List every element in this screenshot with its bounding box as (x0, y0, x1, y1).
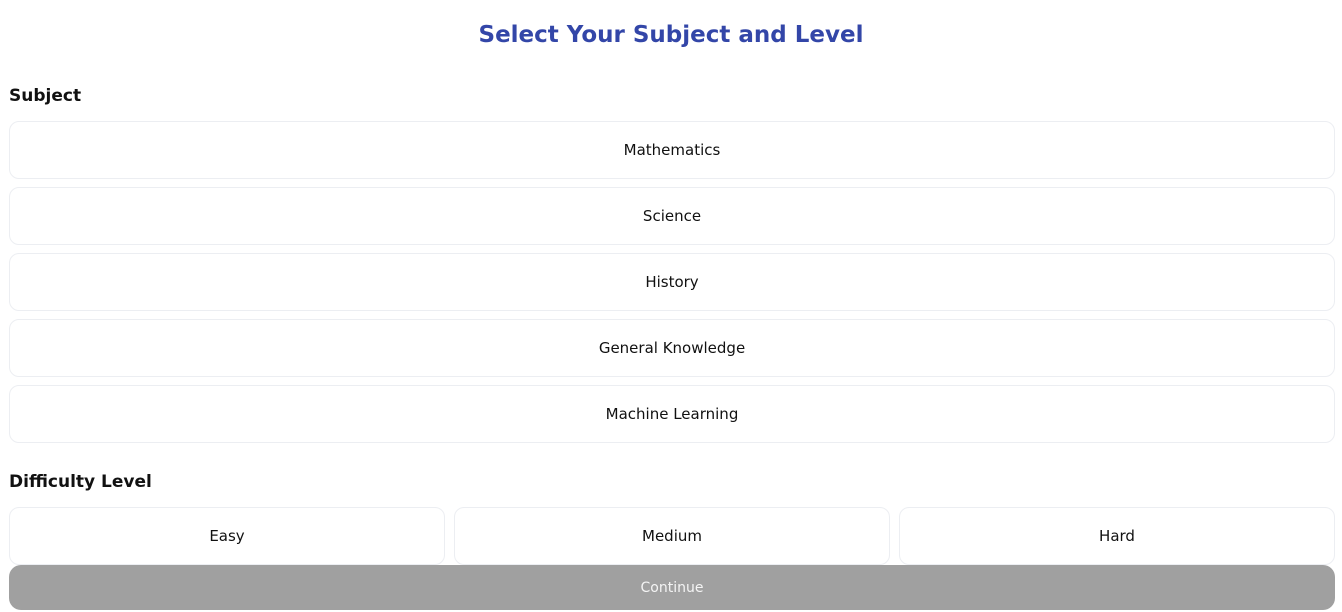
continue-button[interactable]: Continue (9, 565, 1335, 610)
subject-level-page: Select Your Subject and Level Subject Ma… (0, 0, 1342, 612)
subject-option-general-knowledge[interactable]: General Knowledge (9, 319, 1335, 377)
subject-option-science[interactable]: Science (9, 187, 1335, 245)
subject-option-mathematics[interactable]: Mathematics (9, 121, 1335, 179)
difficulty-options-row: Easy Medium Hard (9, 507, 1335, 565)
page-title: Select Your Subject and Level (478, 22, 864, 48)
difficulty-option-medium[interactable]: Medium (454, 507, 890, 565)
subject-option-history[interactable]: History (9, 253, 1335, 311)
subject-section-label: Subject (9, 86, 82, 106)
difficulty-option-easy[interactable]: Easy (9, 507, 445, 565)
subject-options-list: Mathematics Science History General Know… (9, 121, 1335, 451)
difficulty-section-label: Difficulty Level (9, 472, 152, 492)
subject-option-machine-learning[interactable]: Machine Learning (9, 385, 1335, 443)
difficulty-option-hard[interactable]: Hard (899, 507, 1335, 565)
